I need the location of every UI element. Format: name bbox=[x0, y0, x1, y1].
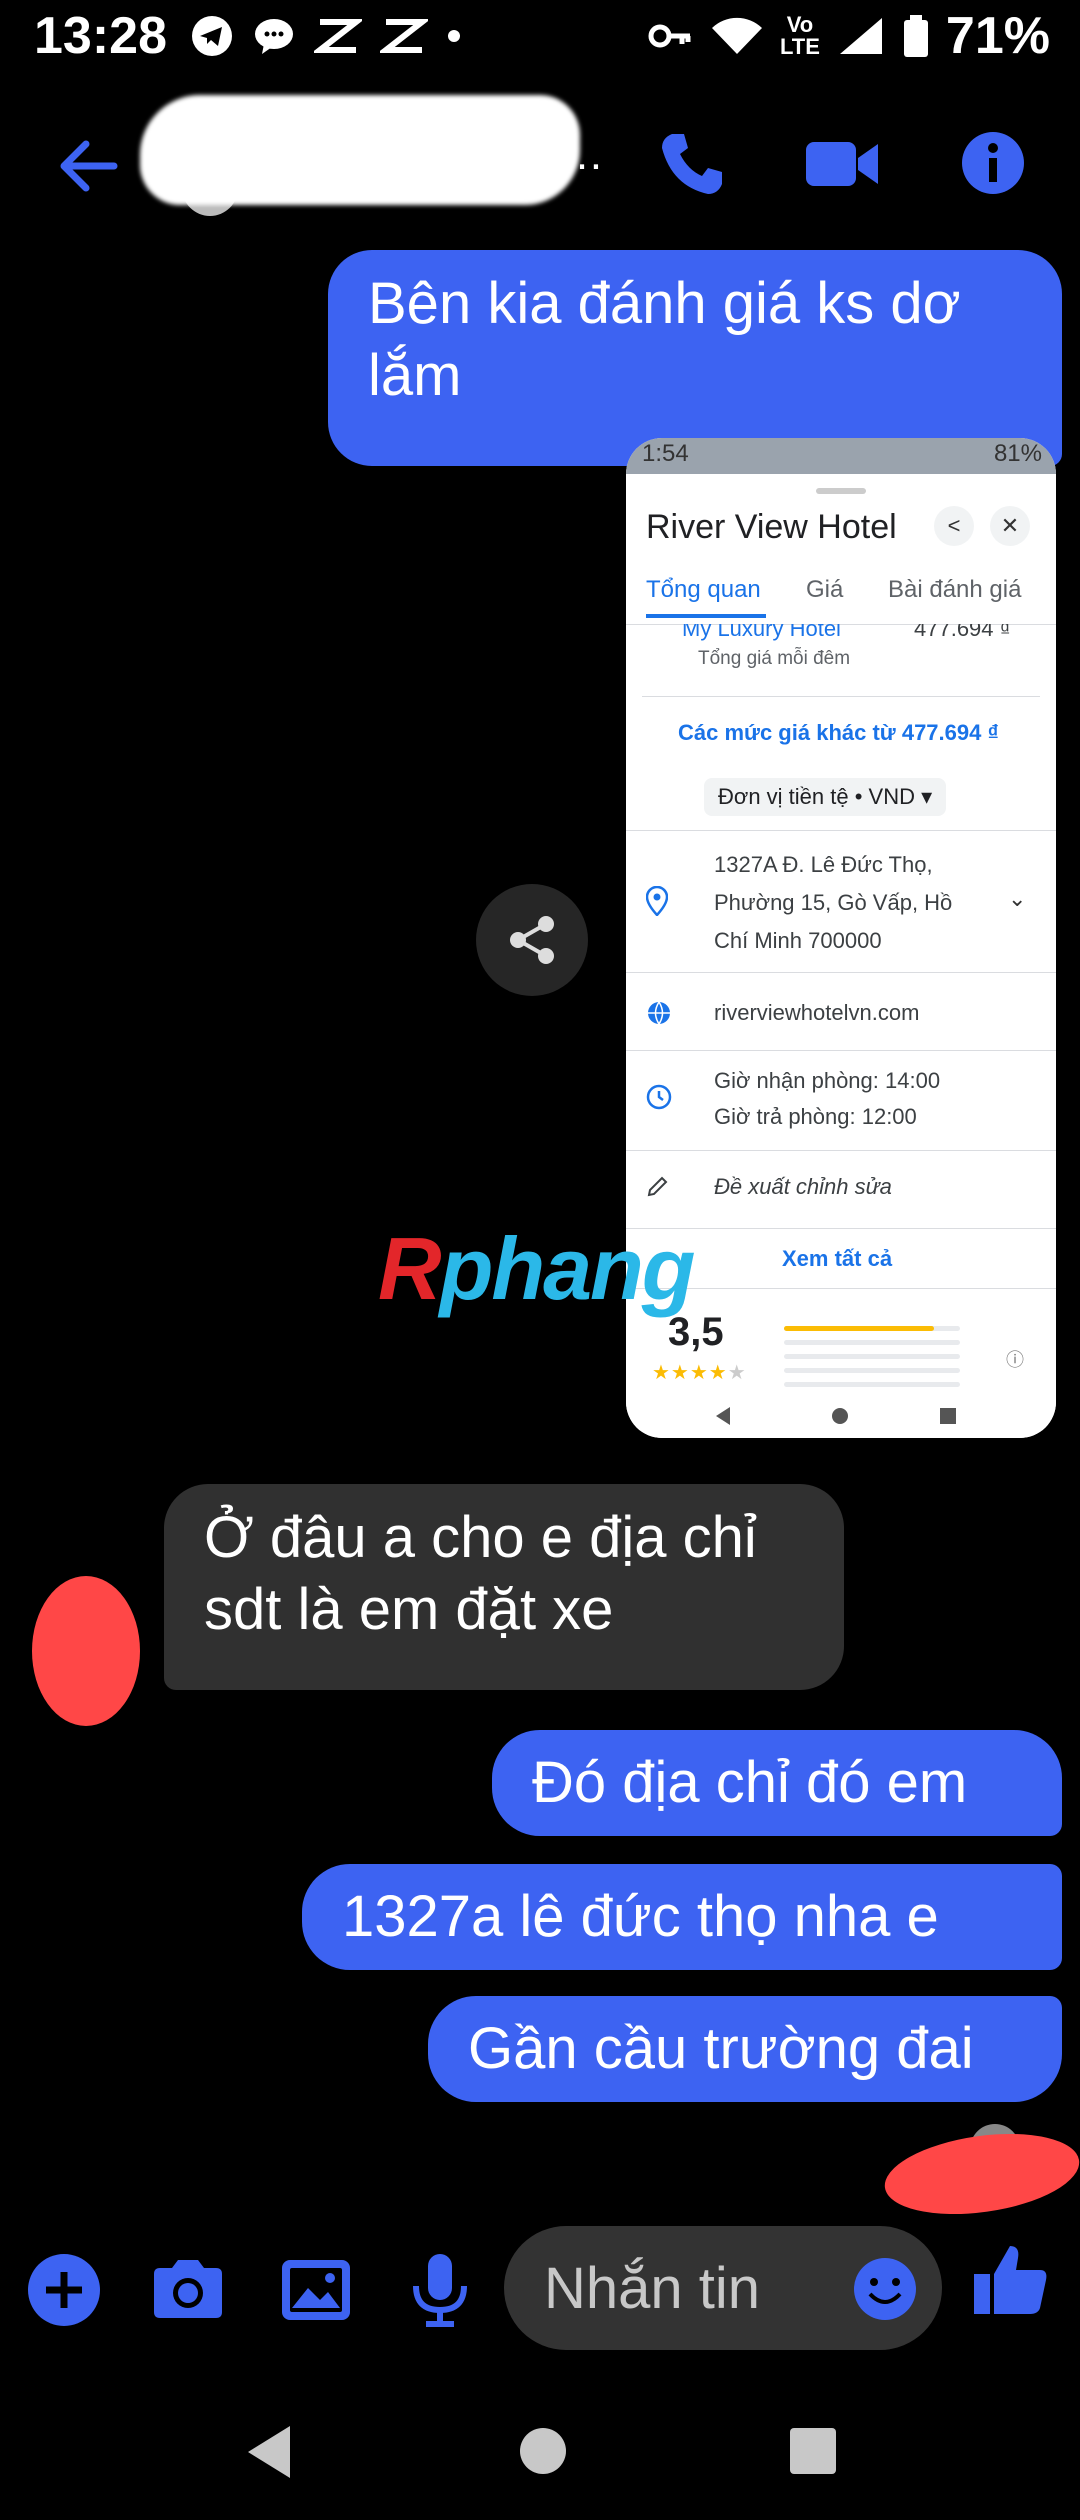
message-line: sdt là em đặt xe bbox=[204, 1577, 614, 1642]
message-line: 1327a lê đức thọ nha e bbox=[342, 1884, 939, 1949]
battery-icon bbox=[903, 15, 928, 57]
seen-avatar-redaction bbox=[879, 2122, 1080, 2226]
message-input[interactable] bbox=[542, 2252, 846, 2324]
place-title: River View Hotel bbox=[646, 508, 897, 546]
system-nav-bar bbox=[0, 2390, 1080, 2520]
signal-icon bbox=[839, 18, 882, 54]
share-icon bbox=[510, 916, 554, 964]
hotel-provider: My Luxury Hotel bbox=[682, 624, 841, 641]
other-prices-link: Các mức giá khác từ 477.694 ₫ bbox=[678, 720, 999, 745]
contact-name-ellipsis: … bbox=[560, 130, 604, 179]
home-circle-icon bbox=[832, 1408, 848, 1424]
close-icon: ✕ bbox=[990, 506, 1030, 546]
sent-message[interactable]: Gần cầu trường đai bbox=[428, 1996, 1062, 2102]
emoji-icon[interactable] bbox=[852, 2256, 918, 2322]
watermark-logo: Rphang bbox=[378, 1218, 696, 1320]
wifi-icon bbox=[712, 17, 762, 55]
status-time: 13:28 bbox=[34, 7, 167, 65]
image-status-battery: 81% bbox=[993, 440, 1042, 467]
divider bbox=[642, 696, 1040, 697]
info-small-icon: ⓘ bbox=[1006, 1350, 1024, 1370]
chat-bubble-icon bbox=[255, 19, 293, 54]
address-line: Chí Minh 700000 bbox=[714, 928, 882, 953]
sent-message[interactable]: 1327a lê đức thọ nha e bbox=[302, 1864, 1062, 1970]
avatar-redaction bbox=[32, 1576, 140, 1726]
recents-square-icon bbox=[940, 1408, 956, 1424]
chevron-down-icon: ⌄ bbox=[1008, 886, 1027, 911]
checkout-time: Giờ trả phòng: 12:00 bbox=[714, 1104, 917, 1129]
tab-overview: Tổng quan bbox=[646, 576, 761, 603]
rating-bars bbox=[784, 1326, 960, 1392]
share-small-icon: < bbox=[934, 506, 974, 546]
globe-icon bbox=[648, 1001, 670, 1026]
provider-price: 477.694 ₫ bbox=[914, 624, 1011, 641]
video-camera-icon[interactable] bbox=[804, 136, 880, 192]
plus-icon[interactable] bbox=[24, 2250, 104, 2330]
address-line: Phường 15, Gò Vấp, Hồ bbox=[714, 890, 953, 915]
clock-icon bbox=[646, 1084, 672, 1110]
gallery-icon[interactable] bbox=[276, 2250, 356, 2330]
tab-price: Giá bbox=[806, 576, 844, 603]
checkin-time: Giờ nhận phòng: 14:00 bbox=[714, 1068, 941, 1093]
divider bbox=[626, 1050, 1056, 1051]
key-icon bbox=[648, 24, 691, 48]
see-all-link: Xem tất cả bbox=[782, 1246, 893, 1271]
back-arrow-icon[interactable] bbox=[56, 138, 120, 194]
partial-price-row: My Luxury Hotel 477.694 ₫ Tổng giá mỗi đ… bbox=[642, 624, 1042, 684]
share-button[interactable] bbox=[476, 884, 588, 996]
divider bbox=[626, 1150, 1056, 1151]
system-icons: Vo LTE 71% bbox=[648, 6, 1050, 66]
status-bar: 13:28 Vo LTE 71% bbox=[0, 0, 1080, 90]
info-icon[interactable] bbox=[960, 130, 1026, 196]
address: 1327A Đ. Lê Đức Thọ, Phường 15, Gò Vấp, … bbox=[714, 846, 952, 960]
website: riverviewhotelvn.com bbox=[714, 1000, 920, 1025]
divider bbox=[626, 972, 1056, 973]
image-status-time: 1:54 bbox=[642, 440, 689, 467]
rating-bar-fill bbox=[784, 1326, 934, 1331]
thumbs-up-icon[interactable] bbox=[970, 2240, 1050, 2320]
message-line: Ở đâu a cho e địa chỉ bbox=[204, 1505, 757, 1570]
rating-stars: ★★★★★ bbox=[652, 1362, 747, 1384]
watermark-letter: R bbox=[378, 1219, 442, 1318]
received-message[interactable]: Ở đâu a cho e địa chỉ sdt là em đặt xe bbox=[164, 1484, 844, 1690]
location-pin-icon bbox=[646, 886, 668, 916]
recents-square-icon[interactable] bbox=[788, 2426, 838, 2476]
message-input-container[interactable] bbox=[504, 2226, 942, 2350]
microphone-icon[interactable] bbox=[400, 2250, 480, 2330]
message-line: Đó địa chỉ đó em bbox=[532, 1750, 968, 1815]
message-line: lắm bbox=[368, 343, 462, 408]
home-circle-icon[interactable] bbox=[518, 2426, 568, 2476]
capcut-icon bbox=[314, 19, 362, 53]
divider bbox=[626, 830, 1056, 831]
phone-icon[interactable] bbox=[658, 130, 726, 198]
currency-chip: Đơn vị tiền tệ • VND ▾ bbox=[704, 778, 947, 816]
tab-indicator bbox=[646, 614, 766, 618]
image-status-bar: 1:54 81% bbox=[626, 438, 1056, 474]
camera-icon[interactable] bbox=[148, 2250, 228, 2330]
contact-name-redaction bbox=[140, 95, 580, 205]
battery-percent: 71% bbox=[945, 7, 1050, 65]
image-nav-bar bbox=[626, 1392, 1056, 1438]
back-triangle-icon bbox=[716, 1407, 730, 1425]
sent-message[interactable]: Đó địa chỉ đó em bbox=[492, 1730, 1062, 1836]
sent-message[interactable]: Bên kia đánh giá ks dơ lắm bbox=[328, 250, 1062, 466]
telegram-icon bbox=[192, 16, 232, 56]
back-triangle-icon[interactable] bbox=[244, 2424, 294, 2480]
price-note: Tổng giá mỗi đêm bbox=[698, 648, 851, 669]
message-line: Gần cầu trường đai bbox=[468, 2016, 974, 2081]
currency-label: Đơn vị tiền tệ • VND bbox=[718, 784, 915, 809]
message-line: Bên kia đánh giá ks dơ bbox=[368, 271, 961, 336]
address-line: 1327A Đ. Lê Đức Thọ, bbox=[714, 852, 933, 877]
suggest-edit: Đề xuất chỉnh sửa bbox=[714, 1174, 892, 1199]
sheet-handle bbox=[816, 488, 866, 494]
dot-icon bbox=[448, 30, 460, 42]
watermark-text: phang bbox=[439, 1219, 696, 1318]
pencil-icon bbox=[647, 1176, 668, 1197]
tab-reviews: Bài đánh giá bbox=[888, 576, 1022, 603]
capcut-icon bbox=[380, 19, 428, 53]
volte-icon: Vo LTE bbox=[780, 12, 820, 59]
notification-icons bbox=[190, 14, 462, 58]
